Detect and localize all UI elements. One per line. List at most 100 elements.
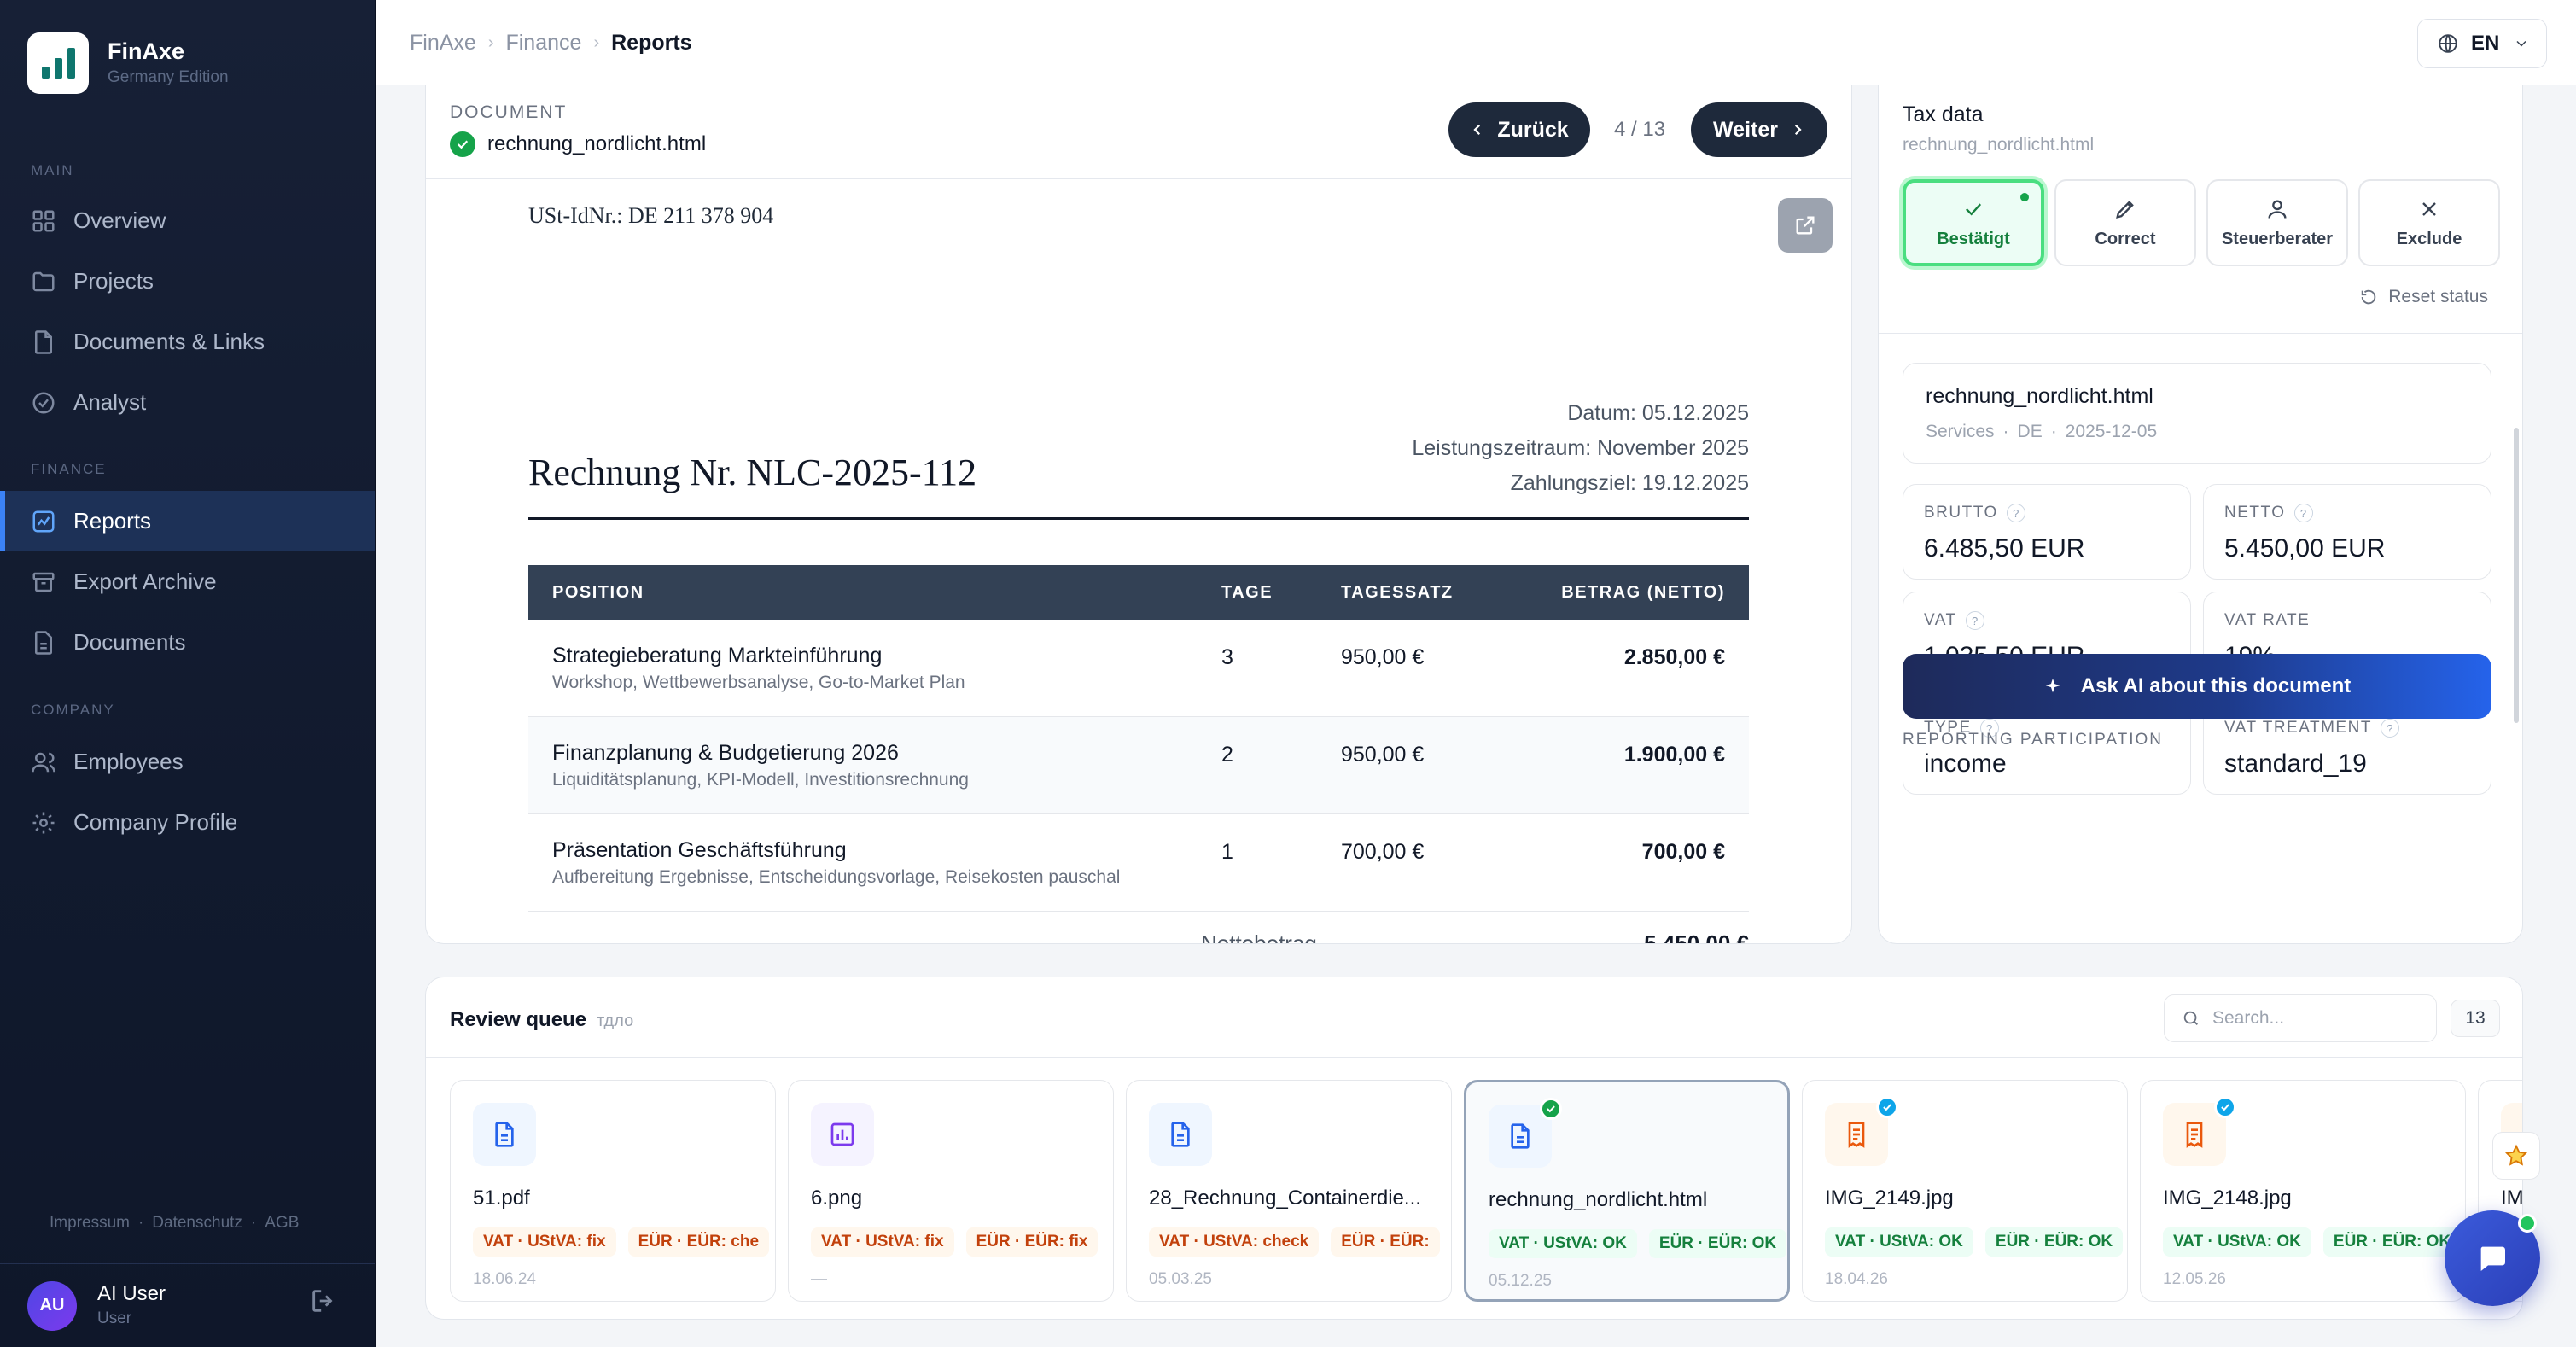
globe-icon <box>2439 34 2457 53</box>
back-button[interactable]: Zurück <box>1448 102 1590 157</box>
sidebar-item-employees[interactable]: Employees <box>0 732 375 792</box>
invoice-divider <box>528 517 1749 520</box>
status-label: Exclude <box>2396 229 2462 248</box>
queue-item-tags: VAT · UStVA: OK EÜR · EÜR: OK <box>1825 1227 2124 1257</box>
file-info-category: Services <box>1926 422 1995 441</box>
queue-search-input[interactable]: Search... <box>2164 994 2437 1042</box>
help-icon[interactable]: ? <box>1965 611 1984 630</box>
favorite-button[interactable] <box>2492 1132 2540 1180</box>
sidebar: FinAxe Germany Edition MAIN Overview Pro… <box>0 0 376 1347</box>
table-header: POSITION TAGE TAGESSATZ BETRAG (NETTO) <box>528 565 1749 620</box>
finaxe-logo-icon <box>27 32 89 94</box>
search-placeholder: Search... <box>2212 1008 2285 1028</box>
status-check-icon <box>1540 1098 1562 1120</box>
nav-section-company: COMPANY <box>31 702 115 718</box>
selected-indicator <box>2020 193 2029 201</box>
bar-chart-icon <box>811 1103 874 1166</box>
user-profile[interactable]: AU AI User User <box>0 1263 375 1347</box>
field-label: VAT RATE <box>2224 611 2311 629</box>
meta-separator: · <box>2050 422 2057 441</box>
queue-item[interactable]: 51.pdf VAT · UStVA: fix EÜR · EÜR: che 18.0… <box>450 1080 776 1302</box>
tax-details-scroll[interactable]: rechnung_nordlicht.html Services · DE · … <box>1879 333 2522 943</box>
queue-item-name: 51.pdf <box>473 1187 530 1210</box>
chevron-right-icon <box>1794 124 1802 136</box>
status-confirmed-button[interactable]: Bestätigt <box>1903 179 2044 266</box>
next-button[interactable]: Weiter <box>1691 102 1827 157</box>
reset-status-button[interactable]: Reset status <box>2359 287 2488 307</box>
sidebar-item-export-archive[interactable]: Export Archive <box>0 551 375 612</box>
queue-item[interactable]: IMG_2148.jpg VAT · UStVA: OK EÜR · EÜR: OK… <box>2140 1080 2466 1302</box>
sidebar-item-documents[interactable]: Documents <box>0 612 375 673</box>
position-rate: 700,00 € <box>1341 840 1425 864</box>
position-description: Aufbereitung Ergebnisse, Entscheidungsvo… <box>552 867 1121 887</box>
help-icon[interactable]: ? <box>2006 504 2025 522</box>
position-amount: 2.850,00 € <box>1623 645 1725 669</box>
footer-link-datenschutz[interactable]: Datenschutz <box>152 1214 242 1233</box>
sidebar-item-label: Export Archive <box>73 569 217 594</box>
breadcrumb-item-finance[interactable]: Finance <box>505 31 581 55</box>
sidebar-item-label: Projects <box>73 268 154 294</box>
breadcrumb-item-finaxe[interactable]: FinAxe <box>410 31 476 55</box>
sidebar-item-projects[interactable]: Projects <box>0 251 375 312</box>
queue-item[interactable]: 28_Rechnung_Containerdie... VAT · UStVA: … <box>1126 1080 1452 1302</box>
invoice-period: Leistungszeitraum: November 2025 <box>1412 436 1749 460</box>
eur-status-tag: EÜR · EÜR: <box>1331 1227 1440 1257</box>
help-icon[interactable]: ? <box>2293 504 2313 522</box>
open-external-button[interactable] <box>1778 198 1833 253</box>
queue-item-tags: VAT · UStVA: OK EÜR · EÜR: OK <box>2163 1227 2462 1257</box>
queue-count-badge: 13 <box>2451 1000 2500 1037</box>
vat-status-tag: VAT · UStVA: check <box>1149 1227 1320 1257</box>
queue-item[interactable]: IMG_2149.jpg VAT · UStVA: OK EÜR · EÜR: OK… <box>1802 1080 2128 1302</box>
status-exclude-button[interactable]: Exclude <box>2358 179 2500 266</box>
avatar: AU <box>27 1280 77 1331</box>
sidebar-item-overview[interactable]: Overview <box>0 190 375 251</box>
footer-link-impressum[interactable]: Impressum <box>50 1214 130 1233</box>
chat-icon <box>2480 1246 2505 1271</box>
status-tax-advisor-button[interactable]: Steuerberater <box>2206 179 2348 266</box>
review-queue: Review queue тдло Search... 13 51.pdf VAT … <box>425 977 2523 1320</box>
field-value: income <box>1924 749 2007 778</box>
review-queue-title-text: Review queue <box>450 1008 587 1031</box>
brand[interactable]: FinAxe Germany Edition <box>27 32 229 94</box>
position-title: Finanzplanung & Budgetierung 2026 <box>552 741 899 765</box>
position-amount: 1.900,00 € <box>1623 743 1725 767</box>
chat-button[interactable] <box>2445 1210 2540 1306</box>
queue-item-name: rechnung_nordlicht.html <box>1489 1188 1708 1211</box>
sidebar-item-analyst[interactable]: Analyst <box>0 372 375 433</box>
scrollbar[interactable] <box>2514 428 2519 723</box>
field-netto[interactable]: NETTO? 5.450,00 EUR <box>2203 484 2491 580</box>
queue-item[interactable]: rechnung_nordlicht.html VAT · UStVA: OK EÜ… <box>1464 1080 1790 1302</box>
file-info-meta: Services · DE · 2025-12-05 <box>1926 422 2157 442</box>
status-correct-button[interactable]: Correct <box>2054 179 2196 266</box>
status-label: Bestätigt <box>1937 229 2010 248</box>
sidebar-item-company-profile[interactable]: Company Profile <box>0 792 375 853</box>
queue-item-tags: VAT · UStVA: fix EÜR · EÜR: fix <box>811 1227 1099 1257</box>
ask-ai-button[interactable]: Ask AI about this document <box>1903 654 2491 719</box>
queue-item-date: 05.03.25 <box>1149 1270 1212 1288</box>
eur-status-tag: EÜR · EÜR: OK <box>2322 1227 2462 1257</box>
table-row: Präsentation Geschäftsführung Aufbereitu… <box>528 814 1749 912</box>
status-label: Steuerberater <box>2221 229 2334 248</box>
help-icon[interactable]: ? <box>2380 719 2399 738</box>
review-queue-subtitle: тдло <box>597 1012 634 1030</box>
review-queue-header: Review queue тдло Search... 13 <box>426 977 2522 1058</box>
queue-item[interactable]: 6.png VAT · UStVA: fix EÜR · EÜR: fix — <box>788 1080 1114 1302</box>
table-row: Finanzplanung & Budgetierung 2026 Liquid… <box>528 717 1749 814</box>
position-rate: 950,00 € <box>1341 743 1425 767</box>
file-icon <box>35 329 52 354</box>
users-icon <box>32 752 55 772</box>
language-selector[interactable]: EN <box>2417 19 2547 68</box>
field-brutto[interactable]: BRUTTO? 6.485,50 EUR <box>1903 484 2191 580</box>
footer-link-agb[interactable]: AGB <box>265 1214 299 1233</box>
archive-icon <box>32 572 55 592</box>
footer-separator: · <box>137 1214 144 1232</box>
queue-item-name: IMG_2148.jpg <box>2163 1187 2292 1210</box>
sidebar-item-reports[interactable]: Reports <box>0 491 375 551</box>
nav-section-finance: FINANCE <box>31 461 107 477</box>
sidebar-item-documents-links[interactable]: Documents & Links <box>0 312 375 372</box>
logout-icon[interactable] <box>309 1286 338 1315</box>
language-value: EN <box>2471 32 2500 55</box>
eur-status-tag: EÜR · EÜR: OK <box>1648 1229 1787 1258</box>
reporting-participation-label: REPORTING PARTICIPATION <box>1903 731 2163 749</box>
sidebar-item-label: Analyst <box>73 389 147 415</box>
